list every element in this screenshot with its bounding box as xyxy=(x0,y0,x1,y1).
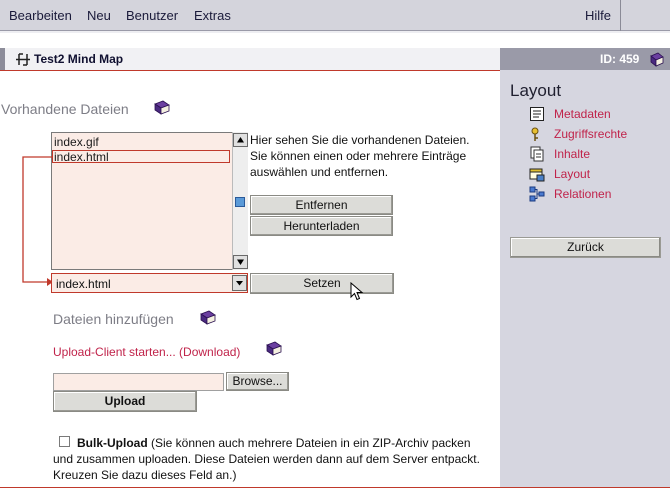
sidebar-item-zugriffsrechte[interactable]: Zugriffsrechte xyxy=(554,127,627,141)
sidebar-header xyxy=(500,48,670,70)
menu-separator xyxy=(620,0,621,31)
menu-bar: Bearbeiten Neu Benutzer Extras Hilfe xyxy=(0,0,670,31)
menu-neu[interactable]: Neu xyxy=(87,8,111,23)
help-book-icon[interactable] xyxy=(649,52,664,67)
help-book-icon[interactable] xyxy=(265,341,282,356)
upload-button[interactable]: Upload xyxy=(53,391,197,412)
layout-icon xyxy=(529,168,545,182)
object-id: ID: 459 xyxy=(600,52,640,66)
start-file-value: index.html xyxy=(56,277,111,291)
triangle-down-icon xyxy=(237,259,244,265)
menu-extras[interactable]: Extras xyxy=(194,8,231,23)
menu-benutzer[interactable]: Benutzer xyxy=(126,8,178,23)
sidebar-item-layout[interactable]: Layout xyxy=(554,167,590,181)
add-files-title: Dateien hinzufügen xyxy=(53,311,174,327)
documents-icon xyxy=(530,146,544,162)
title-underline xyxy=(0,70,500,71)
scroll-thumb[interactable] xyxy=(235,197,245,207)
relations-icon xyxy=(529,186,545,202)
sidebar-item-relationen[interactable]: Relationen xyxy=(554,187,611,201)
back-button[interactable]: Zurück xyxy=(510,237,661,258)
metadata-icon xyxy=(530,107,544,121)
bulk-upload-label: Bulk-Upload xyxy=(77,436,148,450)
selection-connector-arrow xyxy=(22,156,53,286)
download-button[interactable]: Herunterladen xyxy=(250,216,393,236)
set-button[interactable]: Setzen xyxy=(250,273,394,294)
scroll-up-button[interactable] xyxy=(233,133,248,147)
chevron-down-icon xyxy=(236,281,243,286)
menu-hilfe[interactable]: Hilfe xyxy=(585,8,611,23)
list-item-selected[interactable]: index.html xyxy=(52,150,230,164)
help-book-icon[interactable] xyxy=(199,310,216,325)
files-help-text: Hier sehen Sie die vorhandenen Dateien. … xyxy=(250,133,470,179)
menu-bar-shadow xyxy=(0,31,670,33)
page-title: Test2 Mind Map xyxy=(34,52,124,66)
mind-map-icon xyxy=(16,53,30,66)
sidebar-item-metadaten[interactable]: Metadaten xyxy=(554,107,611,121)
sidebar-item-inhalte[interactable]: Inhalte xyxy=(554,147,590,161)
help-book-icon[interactable] xyxy=(153,100,170,115)
list-item[interactable]: index.gif xyxy=(53,136,99,149)
upload-client-link[interactable]: Upload-Client starten... (Download) xyxy=(53,345,240,359)
existing-files-title: Vorhandene Dateien xyxy=(1,101,129,117)
key-icon xyxy=(531,127,539,141)
scroll-down-button[interactable] xyxy=(233,255,248,269)
triangle-up-icon xyxy=(237,137,244,143)
file-path-input[interactable] xyxy=(53,373,224,391)
menu-bearbeiten[interactable]: Bearbeiten xyxy=(9,8,72,23)
sidebar-title: Layout xyxy=(510,81,562,100)
select-dropdown-button[interactable] xyxy=(232,275,247,291)
browse-button[interactable]: Browse... xyxy=(226,372,289,391)
title-bar-accent xyxy=(0,48,5,70)
bulk-upload-description: Bulk-Upload (Sie können auch mehrere Dat… xyxy=(53,435,493,483)
remove-button[interactable]: Entfernen xyxy=(250,195,393,215)
mouse-cursor-icon xyxy=(350,282,364,301)
